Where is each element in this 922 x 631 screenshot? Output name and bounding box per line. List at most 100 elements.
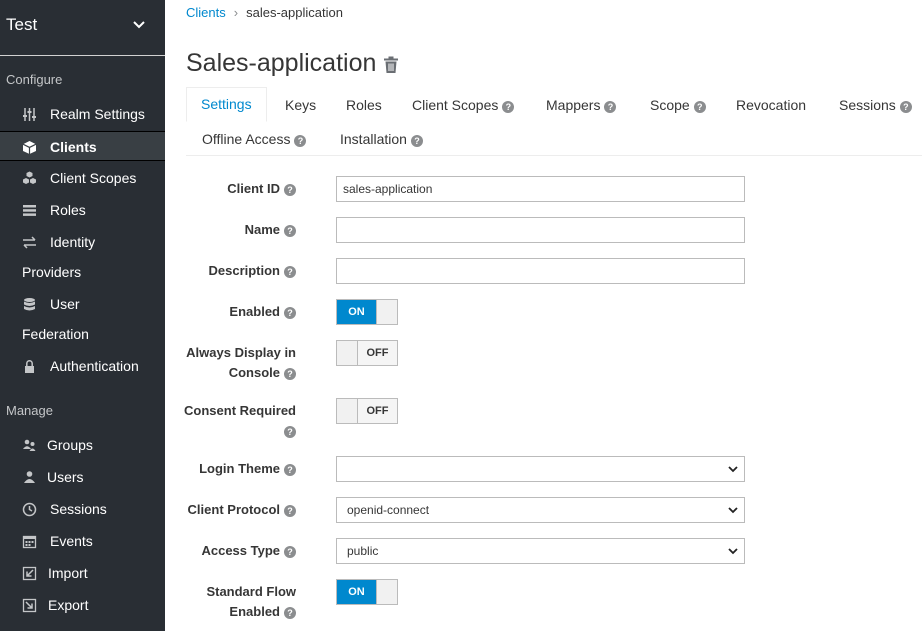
field-label-text: Description [208, 263, 280, 278]
sliders-icon [23, 108, 36, 121]
sidebar-item-label: Users [47, 469, 84, 485]
realm-selector[interactable]: Test [0, 0, 165, 56]
trash-icon[interactable] [383, 56, 399, 74]
enabled-toggle[interactable]: ON [336, 299, 398, 325]
field-label-text: Console [228, 365, 280, 380]
chevron-down-icon [133, 21, 145, 29]
lock-icon [25, 360, 34, 373]
breadcrumb-clients-link[interactable]: Clients [186, 5, 226, 20]
help-icon[interactable]: ? [284, 266, 296, 278]
toggle-knob [337, 399, 358, 423]
tab-label: Installation [340, 131, 407, 147]
help-icon[interactable]: ? [284, 546, 296, 558]
help-icon[interactable]: ? [502, 101, 515, 113]
sidebar-item-import[interactable]: Import [0, 558, 165, 588]
tab-label: Settings [201, 96, 252, 112]
sidebar-item-export[interactable]: Export [0, 590, 165, 620]
sidebar: Test Configure Realm Settings Clients Cl… [0, 0, 165, 631]
tab-mappers[interactable]: Mappers? [546, 97, 617, 113]
exchange-icon [23, 236, 36, 249]
access-type-select[interactable]: public [336, 538, 745, 564]
tabs-divider [186, 155, 922, 156]
database-icon [24, 298, 35, 311]
always-display-label: Always Display in Console? [186, 343, 296, 383]
client-protocol-label: Client Protocol? [188, 500, 296, 520]
toggle-state: ON [337, 580, 376, 604]
breadcrumb: Clients › sales-application [186, 5, 343, 20]
help-icon[interactable]: ? [284, 426, 296, 438]
help-icon[interactable]: ? [284, 607, 296, 619]
sidebar-item-label: Roles [50, 202, 86, 218]
tab-revocation[interactable]: Revocation [736, 97, 806, 113]
select-value: public [347, 544, 379, 558]
client-id-input[interactable]: sales-application [336, 176, 745, 202]
tab-offline-access[interactable]: Offline Access? [202, 131, 307, 147]
field-label-text: Client ID [227, 181, 280, 196]
sidebar-item-authentication[interactable]: Authentication [0, 351, 165, 381]
field-label-text: Login Theme [199, 461, 280, 476]
clock-icon [22, 502, 37, 517]
help-icon[interactable]: ? [410, 135, 423, 147]
sidebar-item-clients[interactable]: Clients [0, 131, 165, 161]
tab-client-scopes[interactable]: Client Scopes? [412, 97, 515, 113]
sidebar-item-label: Groups [47, 437, 93, 453]
sidebar-item-label: Identity [50, 234, 96, 250]
help-icon[interactable]: ? [284, 368, 296, 380]
sidebar-item-label: Import [48, 565, 88, 581]
calendar-icon [22, 535, 37, 549]
list-icon [23, 205, 36, 216]
tab-keys[interactable]: Keys [285, 97, 316, 113]
sidebar-item-users[interactable]: Users [0, 462, 165, 492]
tab-installation[interactable]: Installation? [340, 131, 423, 147]
tab-label: Revocation [736, 97, 807, 113]
help-icon[interactable]: ? [899, 101, 912, 113]
description-input[interactable] [336, 258, 745, 284]
consent-required-toggle[interactable]: OFF [336, 398, 398, 424]
tab-label: Keys [285, 97, 317, 113]
breadcrumb-separator: › [233, 5, 239, 20]
field-label-text: Enabled [229, 604, 280, 619]
sidebar-item-roles[interactable]: Roles [0, 195, 165, 225]
sidebar-item-client-scopes[interactable]: Client Scopes [0, 163, 165, 193]
description-label: Description? [208, 261, 296, 281]
help-icon[interactable]: ? [284, 505, 296, 517]
field-label-text: Enabled [229, 304, 280, 319]
standard-flow-toggle[interactable]: ON [336, 579, 398, 605]
help-icon[interactable]: ? [284, 184, 296, 196]
sidebar-item-user-federation[interactable]: User [0, 289, 165, 319]
realm-name: Test [6, 15, 38, 34]
import-icon [22, 566, 37, 581]
always-display-toggle[interactable]: OFF [336, 340, 398, 366]
user-icon [24, 471, 35, 483]
toggle-state: OFF [358, 341, 397, 365]
standard-flow-label: Standard Flow Enabled? [206, 582, 296, 622]
help-icon[interactable]: ? [604, 101, 617, 113]
sidebar-item-label: Sessions [50, 501, 107, 517]
sidebar-item-realm-settings[interactable]: Realm Settings [0, 99, 165, 129]
sidebar-item-sessions[interactable]: Sessions [0, 494, 165, 524]
sidebar-item-label: Authentication [50, 358, 139, 374]
toggle-knob [376, 580, 397, 604]
help-icon[interactable]: ? [284, 464, 296, 476]
help-icon[interactable]: ? [284, 307, 296, 319]
tab-roles[interactable]: Roles [346, 97, 382, 113]
field-label-text: Always Display in [186, 345, 296, 360]
tab-settings[interactable]: Settings [186, 87, 267, 122]
tab-label: Mappers [546, 97, 601, 113]
name-input[interactable] [336, 217, 745, 243]
sidebar-item-events[interactable]: Events [0, 526, 165, 556]
help-icon[interactable]: ? [693, 101, 706, 113]
select-value: openid-connect [347, 503, 430, 517]
client-protocol-select[interactable]: openid-connect [336, 497, 745, 523]
tab-sessions[interactable]: Sessions? [839, 97, 912, 113]
help-icon[interactable]: ? [284, 225, 296, 237]
chevron-down-icon [728, 466, 738, 473]
field-label-text: Standard Flow [206, 584, 296, 599]
sidebar-item-groups[interactable]: Groups [0, 430, 165, 460]
access-type-label: Access Type? [201, 541, 296, 561]
login-theme-select[interactable] [336, 456, 745, 482]
sidebar-item-identity-providers[interactable]: Identity [0, 227, 165, 257]
help-icon[interactable]: ? [294, 135, 307, 147]
field-label-text: Access Type [201, 543, 280, 558]
tab-scope[interactable]: Scope? [650, 97, 706, 113]
